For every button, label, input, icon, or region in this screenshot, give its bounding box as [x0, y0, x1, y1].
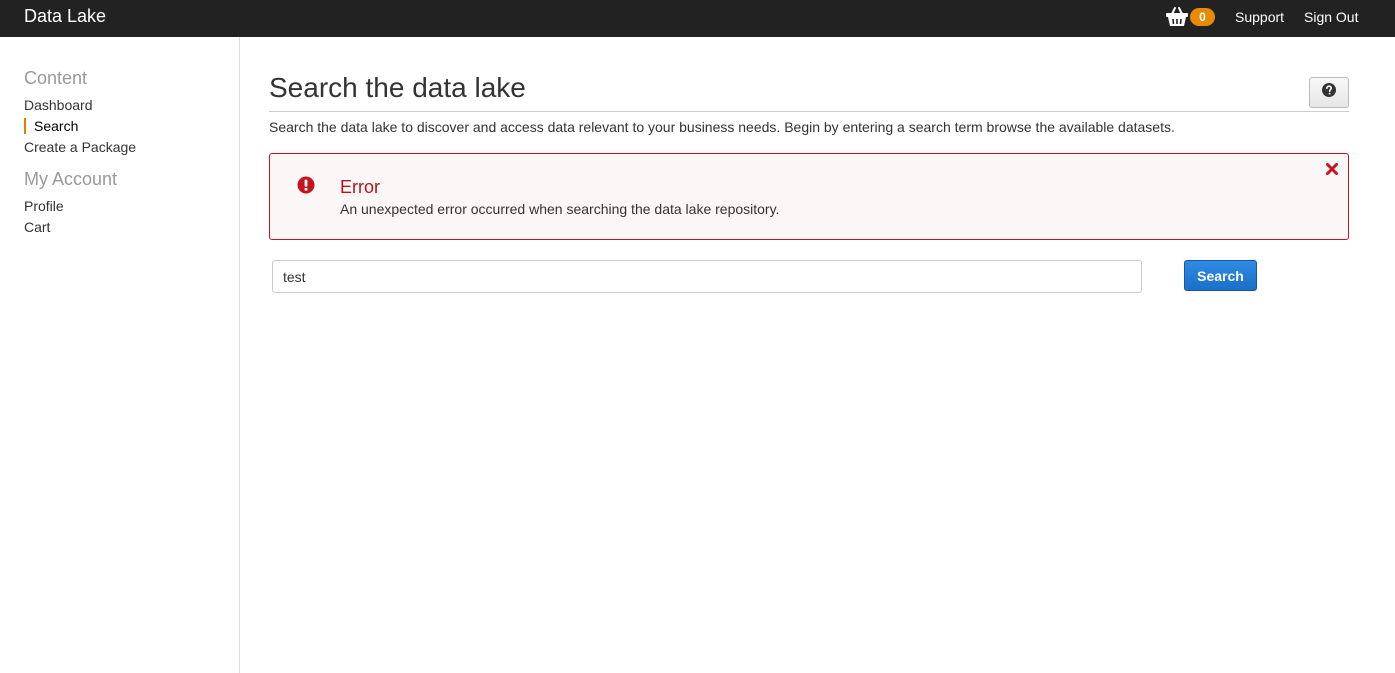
sidebar-item-dashboard[interactable]: Dashboard	[24, 97, 93, 113]
question-circle-icon	[1322, 83, 1336, 102]
close-icon[interactable]	[1326, 162, 1338, 180]
cart-link[interactable]: 0	[1165, 6, 1215, 28]
alert-message: An unexpected error occurred when search…	[340, 201, 780, 217]
cart-count-badge: 0	[1190, 8, 1215, 26]
sidebar-heading-content: Content	[24, 68, 88, 88]
search-button[interactable]: Search	[1184, 260, 1257, 291]
sidebar-heading-my-account: My Account	[24, 169, 118, 189]
sidebar-item-cart[interactable]: Cart	[24, 219, 50, 235]
brand-title[interactable]: Data Lake	[24, 5, 106, 27]
error-alert: Error An unexpected error occurred when …	[269, 153, 1349, 240]
sign-out-link[interactable]: Sign Out	[1304, 9, 1358, 25]
search-input[interactable]	[272, 260, 1142, 293]
sidebar-item-create-package[interactable]: Create a Package	[24, 139, 136, 155]
basket-icon	[1165, 6, 1189, 28]
support-link[interactable]: Support	[1235, 9, 1284, 25]
alert-title: Error	[340, 177, 380, 197]
sidebar-item-profile[interactable]: Profile	[24, 198, 64, 214]
sidebar-item-search[interactable]: Search	[24, 118, 78, 134]
help-button[interactable]	[1309, 77, 1349, 108]
page-title: Search the data lake	[269, 72, 526, 103]
top-navbar: Data Lake 0 Support Sign Out	[0, 0, 1395, 37]
sidebar: Content Dashboard Search Create a Packag…	[0, 37, 240, 673]
exclamation-circle-icon	[297, 176, 315, 199]
title-divider	[269, 111, 1349, 112]
intro-text: Search the data lake to discover and acc…	[269, 119, 1175, 135]
